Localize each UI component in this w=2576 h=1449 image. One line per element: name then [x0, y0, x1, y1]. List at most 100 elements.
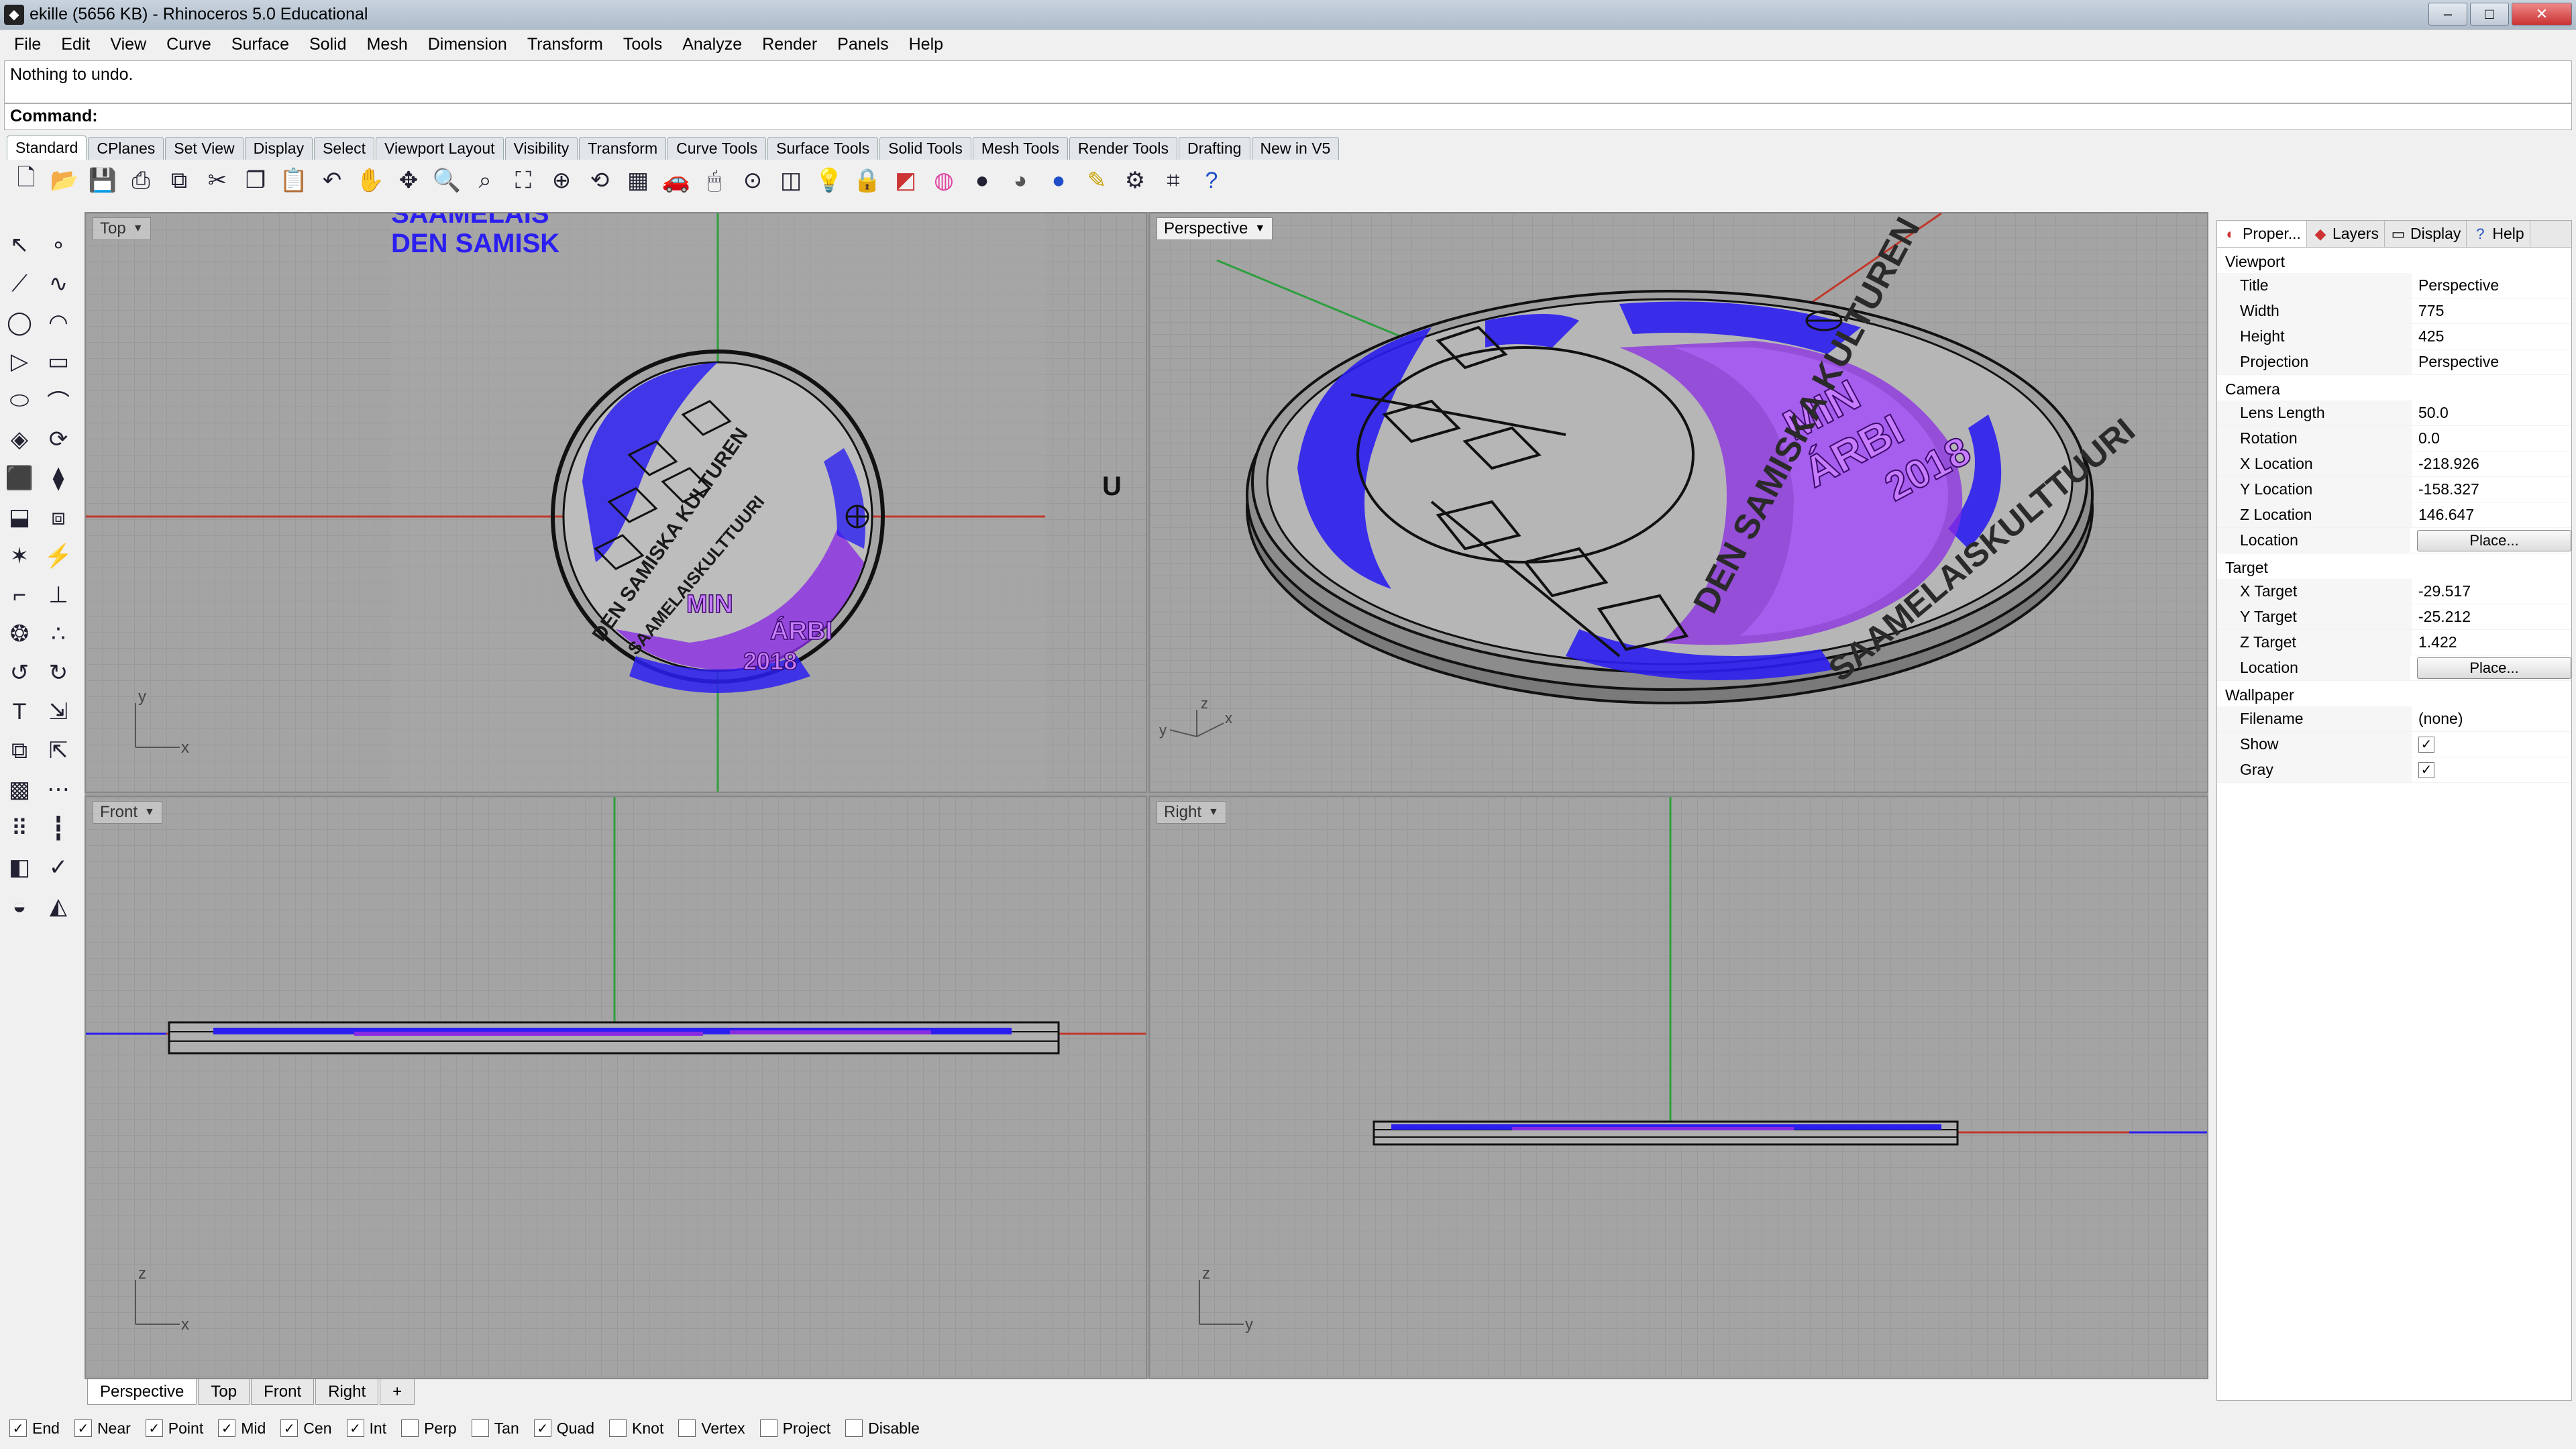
check-icon[interactable]: ✓ [42, 851, 75, 884]
menu-surface[interactable]: Surface [221, 35, 299, 54]
color-wheel-icon[interactable]: ◍ [927, 164, 961, 197]
sphere-rendered-icon[interactable]: ◕ [1004, 164, 1037, 197]
save-icon[interactable]: 💾 [86, 164, 119, 197]
osnap-vertex[interactable]: Vertex [678, 1419, 745, 1438]
options-icon[interactable]: ⌗ [1157, 164, 1190, 197]
menu-render[interactable]: Render [752, 35, 827, 54]
car-icon[interactable]: 🚗 [659, 164, 693, 197]
viewport-top[interactable]: Top ▼ SAAMELAIS DEN SAMISK U MIN ÁRBI 201… [85, 212, 1147, 793]
curve-icon[interactable]: ∿ [42, 267, 75, 301]
osnap-checkbox[interactable] [678, 1419, 696, 1437]
osnap-checkbox[interactable]: ✓ [346, 1419, 364, 1437]
wallpaper-show-checkbox[interactable]: ✓ [2418, 736, 2434, 753]
osnap-tan[interactable]: Tan [471, 1419, 519, 1438]
offset-icon[interactable]: ↻ [42, 656, 75, 690]
osnap-point[interactable]: ✓ Point [145, 1419, 203, 1438]
extrude-icon[interactable]: ⬓ [3, 500, 36, 534]
osnap-project[interactable]: Project [759, 1419, 830, 1438]
viewport-tab-top[interactable]: Top [198, 1379, 250, 1405]
menu-tools[interactable]: Tools [613, 35, 672, 54]
viewport-tab-perspective[interactable]: Perspective [87, 1379, 197, 1405]
join-icon[interactable]: ∴ [42, 617, 75, 651]
rectangle-icon[interactable]: ▭ [42, 345, 75, 378]
z-target-field[interactable]: 1.422 [2412, 630, 2571, 655]
osnap-checkbox[interactable]: ✓ [145, 1419, 163, 1437]
tab-set-view[interactable]: Set View [165, 137, 244, 160]
osnap-end[interactable]: ✓ End [9, 1419, 60, 1438]
osnap-checkbox[interactable] [845, 1419, 863, 1437]
target-place-button[interactable]: Place... [2417, 657, 2571, 679]
chevron-down-icon[interactable]: ▼ [133, 223, 144, 235]
layer-icon[interactable]: ◫ [774, 164, 808, 197]
osnap-checkbox[interactable]: ✓ [74, 1419, 92, 1437]
material-icon[interactable]: ◩ [889, 164, 922, 197]
viewport-label-right[interactable]: Right ▼ [1157, 801, 1226, 824]
menu-solid[interactable]: Solid [299, 35, 357, 54]
osnap-quad[interactable]: ✓ Quad [533, 1419, 594, 1438]
zoom-dynamic-icon[interactable]: 🔍 [430, 164, 464, 197]
open-file-icon[interactable]: 📂 [48, 164, 81, 197]
lattice-icon[interactable]: ⋯ [42, 773, 75, 806]
polyline-icon[interactable]: ⟋ [3, 267, 36, 301]
print-icon[interactable]: ⎙ [124, 164, 158, 197]
pipe-tool-icon[interactable]: ┇ [42, 812, 75, 845]
osnap-checkbox[interactable] [471, 1419, 489, 1437]
viewport-right[interactable]: Right ▼ z y [1148, 796, 2208, 1379]
rhino-app-icon[interactable]: ◆ [4, 4, 24, 25]
tab-viewport-layout[interactable]: Viewport Layout [376, 137, 504, 160]
add-viewport-tab-button[interactable]: + [380, 1379, 415, 1405]
boolean-icon[interactable]: ⧫ [42, 462, 75, 495]
tab-mesh-tools[interactable]: Mesh Tools [972, 137, 1068, 160]
lens-length-field[interactable]: 50.0 [2412, 400, 2571, 425]
mouse-icon[interactable]: 🖱 [698, 164, 731, 197]
polygon-icon[interactable]: ▷ [3, 345, 36, 378]
tab-surface-tools[interactable]: Surface Tools [767, 137, 879, 160]
menu-mesh[interactable]: Mesh [357, 35, 418, 54]
tab-display[interactable]: Display [244, 137, 313, 160]
panel-tab-layers[interactable]: ◆ Layers [2307, 221, 2385, 247]
transform-icon[interactable]: ⇱ [42, 734, 75, 767]
viewport-tab-front[interactable]: Front [251, 1379, 315, 1405]
tab-new-in-v5[interactable]: New in V5 [1251, 137, 1340, 160]
osnap-checkbox[interactable]: ✓ [280, 1419, 299, 1437]
highlighter-icon[interactable]: ✎ [1080, 164, 1114, 197]
tab-drafting[interactable]: Drafting [1178, 137, 1250, 160]
gear-icon[interactable]: ⚙ [1118, 164, 1152, 197]
sphere-blue-icon[interactable]: ● [1042, 164, 1075, 197]
menu-help[interactable]: Help [899, 35, 953, 54]
panel-tab-properties[interactable]: ◐ Proper... [2217, 221, 2307, 247]
menu-transform[interactable]: Transform [517, 35, 613, 54]
coin-front-view[interactable] [168, 1021, 1060, 1055]
panel-tab-help[interactable]: ? Help [2467, 221, 2530, 247]
projection-select[interactable]: Perspective [2412, 350, 2571, 374]
cut-icon[interactable]: ✂ [201, 164, 234, 197]
surface-icon[interactable]: ◈ [3, 423, 36, 456]
mesh-icon[interactable]: ▩ [3, 773, 36, 806]
chevron-down-icon[interactable]: ▼ [144, 806, 155, 818]
box-icon[interactable]: ⬛ [3, 462, 36, 495]
viewport-front[interactable]: Front ▼ z x [85, 796, 1147, 1379]
command-line[interactable]: Command: [4, 103, 2572, 130]
arc-icon[interactable]: ◠ [42, 306, 75, 339]
undo-icon[interactable]: ↶ [315, 164, 349, 197]
x-location-field[interactable]: -218.926 [2412, 451, 2571, 476]
osnap-mid[interactable]: ✓ Mid [218, 1419, 266, 1438]
osnap-cen[interactable]: ✓ Cen [280, 1419, 332, 1438]
width-field[interactable]: 775 [2412, 299, 2571, 323]
osnap-checkbox[interactable] [401, 1419, 419, 1437]
grid-icon[interactable]: ▦ [621, 164, 655, 197]
select-icon[interactable]: ↖ [3, 228, 36, 262]
zoom-extents-icon[interactable]: ⛶ [506, 164, 540, 197]
viewport-label-top[interactable]: Top ▼ [93, 217, 151, 240]
osnap-checkbox[interactable] [609, 1419, 627, 1437]
sphere-shaded-icon[interactable]: ● [965, 164, 999, 197]
maximize-button[interactable]: □ [2470, 3, 2509, 25]
blob-icon[interactable]: ❂ [3, 617, 36, 651]
menu-edit[interactable]: Edit [51, 35, 100, 54]
rebuild-icon[interactable]: ↺ [3, 656, 36, 690]
render-icon[interactable]: ◒ [3, 890, 36, 923]
light-icon[interactable]: 💡 [812, 164, 846, 197]
paint-icon[interactable]: ◭ [42, 890, 75, 923]
menu-file[interactable]: File [4, 35, 51, 54]
osnap-perp[interactable]: Perp [401, 1419, 457, 1438]
